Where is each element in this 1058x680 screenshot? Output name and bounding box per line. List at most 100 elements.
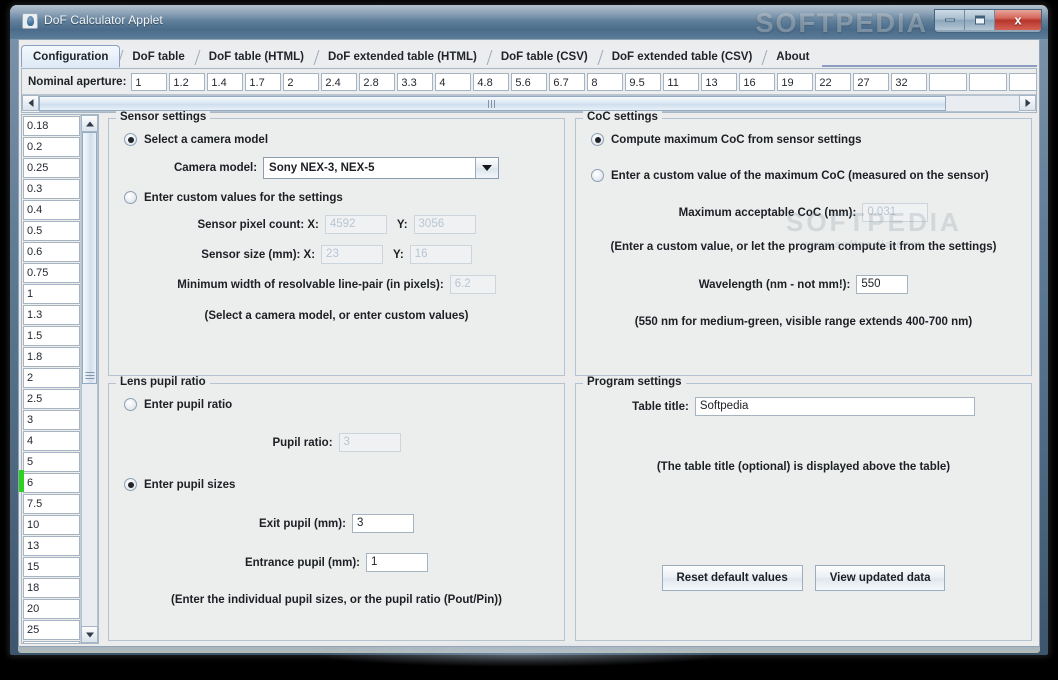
distance-field[interactable]: 13 — [23, 536, 80, 556]
distance-field[interactable]: 3 — [23, 410, 80, 430]
distance-field[interactable]: 0.75 — [23, 263, 80, 283]
distance-field[interactable]: 1.3 — [23, 305, 80, 325]
radio-icon[interactable] — [124, 133, 137, 146]
pupil-ratio-input[interactable]: 3 — [338, 433, 401, 452]
radio-icon[interactable] — [591, 133, 604, 146]
aperture-field[interactable]: 1.4 — [207, 73, 244, 91]
aperture-field[interactable]: 19 — [777, 73, 814, 91]
custom-coc-option[interactable]: Enter a custom value of the maximum CoC … — [591, 169, 1023, 182]
close-button[interactable]: x — [995, 10, 1041, 30]
distance-field[interactable]: 15 — [23, 557, 80, 577]
tab-configuration[interactable]: Configuration — [21, 45, 121, 68]
aperture-field[interactable]: 1.2 — [169, 73, 206, 91]
sensor-pixel-count-x-input[interactable]: 4592 — [324, 215, 387, 234]
aperture-field[interactable]: 22 — [815, 73, 852, 91]
radio-icon[interactable] — [124, 191, 137, 204]
scroll-down-button[interactable] — [81, 626, 98, 643]
aperture-field[interactable]: 6.7 — [549, 73, 586, 91]
radio-icon[interactable] — [124, 478, 137, 491]
enter-pupil-sizes-option[interactable]: Enter pupil sizes — [124, 478, 556, 491]
view-updated-data-button[interactable]: View updated data — [814, 565, 946, 591]
tab-label: DoF table (HTML) — [208, 51, 304, 63]
distance-field[interactable]: 0.25 — [23, 158, 80, 178]
distance-field[interactable]: 10 — [23, 515, 80, 535]
sensor-size-x-input[interactable]: 23 — [321, 245, 384, 264]
max-coc-input[interactable]: 0.031 — [862, 203, 929, 222]
line-pair-input[interactable]: 6.2 — [449, 275, 496, 294]
aperture-field[interactable]: 1 — [131, 73, 168, 91]
tab-dof-extended-table-html[interactable]: DoF extended table (HTML) — [313, 46, 489, 67]
sensor-size-y-input[interactable]: 16 — [409, 245, 472, 264]
aperture-field[interactable]: 3.3 — [397, 73, 434, 91]
tab-dof-table[interactable]: DoF table — [117, 46, 197, 67]
table-title-input[interactable]: Softpedia — [694, 397, 975, 416]
aperture-field[interactable]: 2 — [283, 73, 320, 91]
reset-default-values-button[interactable]: Reset default values — [661, 565, 803, 591]
aperture-field[interactable]: 9.5 — [625, 73, 662, 91]
distance-field[interactable]: 2 — [23, 368, 80, 388]
distance-field[interactable]: 2.5 — [23, 389, 80, 409]
distance-field[interactable]: 20 — [23, 599, 80, 619]
distance-field[interactable]: 1 — [23, 284, 80, 304]
maximize-button[interactable] — [965, 10, 995, 30]
distance-field[interactable]: 25 — [23, 620, 80, 640]
select-camera-model-option[interactable]: Select a camera model — [124, 133, 556, 146]
distance-field[interactable]: 0.3 — [23, 179, 80, 199]
aperture-field[interactable]: 1.7 — [245, 73, 282, 91]
distance-field[interactable]: 0.2 — [23, 137, 80, 157]
vertical-scroll-track[interactable] — [81, 132, 98, 626]
aperture-field[interactable] — [929, 73, 968, 91]
distance-field[interactable]: 4 — [23, 431, 80, 451]
tab-dof-extended-table-csv[interactable]: DoF extended table (CSV) — [597, 46, 765, 67]
radio-icon[interactable] — [591, 169, 604, 182]
distance-field[interactable]: 0.18 — [23, 116, 80, 136]
aperture-field[interactable]: 32 — [891, 73, 928, 91]
enter-custom-values-option[interactable]: Enter custom values for the settings — [124, 191, 556, 204]
tab-about[interactable]: About — [761, 46, 822, 67]
aperture-field[interactable] — [1009, 73, 1036, 91]
exit-pupil-input[interactable]: 3 — [351, 514, 414, 533]
distance-field[interactable]: 6 — [23, 473, 80, 493]
distance-field[interactable]: 30 — [23, 641, 80, 643]
sensor-size-label: Sensor size (mm): X: — [201, 248, 316, 261]
entrance-pupil-input[interactable]: 1 — [366, 553, 428, 572]
horizontal-scroll-track[interactable] — [39, 95, 1019, 112]
distance-field[interactable]: 1.8 — [23, 347, 80, 367]
tab-dof-table-html[interactable]: DoF table (HTML) — [194, 46, 316, 67]
chevron-down-icon[interactable] — [475, 158, 499, 178]
enter-pupil-ratio-option[interactable]: Enter pupil ratio — [124, 398, 556, 411]
scroll-left-button[interactable] — [22, 95, 39, 111]
aperture-field[interactable]: 4 — [435, 73, 472, 91]
aperture-field[interactable]: 11 — [663, 73, 700, 91]
sensor-pixel-count-y-input[interactable]: 3056 — [413, 215, 476, 234]
aperture-field[interactable]: 27 — [853, 73, 890, 91]
aperture-field[interactable]: 5.6 — [511, 73, 548, 91]
distance-field[interactable]: 0.6 — [23, 242, 80, 262]
aperture-field[interactable]: 4.8 — [473, 73, 510, 91]
aperture-field[interactable]: 2.4 — [321, 73, 358, 91]
aperture-horizontal-scrollbar[interactable] — [22, 94, 1036, 112]
distance-field[interactable]: 18 — [23, 578, 80, 598]
scroll-right-button[interactable] — [1019, 95, 1036, 111]
vertical-scroll-thumb[interactable] — [82, 132, 97, 384]
scroll-up-button[interactable] — [81, 115, 98, 132]
camera-model-select[interactable]: Sony NEX-3, NEX-5 — [263, 157, 500, 179]
distance-field[interactable]: 5 — [23, 452, 80, 472]
compute-coc-option[interactable]: Compute maximum CoC from sensor settings — [591, 133, 1023, 146]
radio-icon[interactable] — [124, 398, 137, 411]
aperture-field[interactable]: 16 — [739, 73, 776, 91]
aperture-field[interactable]: 2.8 — [359, 73, 396, 91]
aperture-field[interactable]: 13 — [701, 73, 738, 91]
distance-field[interactable]: 0.4 — [23, 200, 80, 220]
distance-field[interactable]: 1.5 — [23, 326, 80, 346]
distance-field[interactable]: 0.5 — [23, 221, 80, 241]
minimize-button[interactable] — [935, 10, 965, 30]
horizontal-scroll-thumb[interactable] — [39, 96, 946, 111]
wavelength-input[interactable]: 550 — [856, 275, 909, 294]
distance-vertical-scrollbar[interactable] — [80, 115, 98, 643]
distance-field[interactable]: 7.5 — [23, 494, 80, 514]
tab-dof-table-csv[interactable]: DoF table (CSV) — [486, 46, 600, 67]
settings-grid: Sensor settings Select a camera model Ca… — [99, 111, 1037, 644]
aperture-field[interactable]: 8 — [587, 73, 624, 91]
aperture-field[interactable] — [969, 73, 1008, 91]
